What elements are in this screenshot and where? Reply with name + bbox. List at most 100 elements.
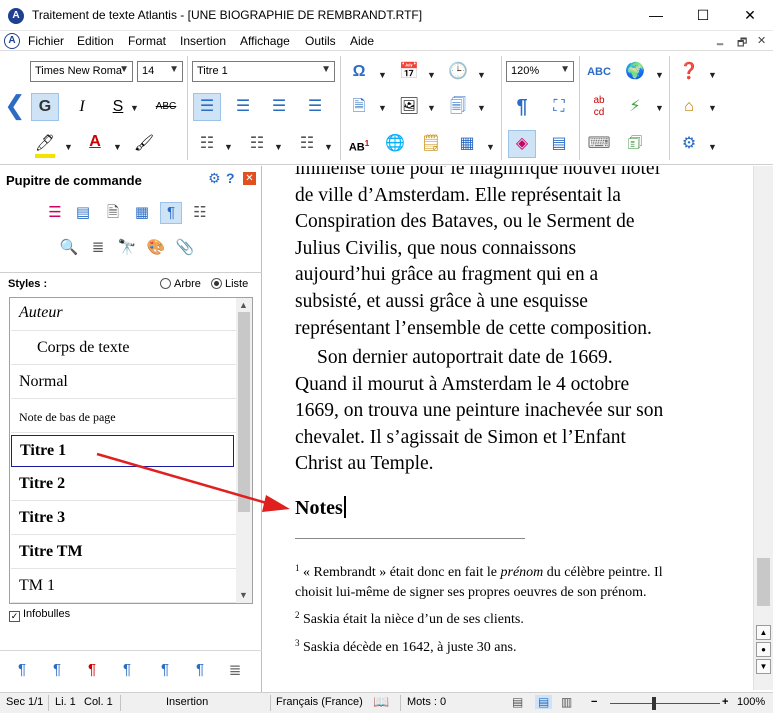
chevron-down-icon[interactable]: ▼ <box>64 142 73 152</box>
chevron-down-icon[interactable]: ▼ <box>708 142 717 152</box>
style-titre-1[interactable]: Titre 1 <box>11 435 234 467</box>
prev-page-icon[interactable]: ▲ <box>756 625 771 640</box>
new-style-icon[interactable]: ¶ <box>10 661 34 685</box>
mdi-restore-icon[interactable]: 🗗 <box>737 34 747 53</box>
zoom-combo[interactable]: 120% ▼ <box>506 61 574 82</box>
delete-style-icon[interactable]: ¶ <box>80 661 104 685</box>
chevron-down-icon[interactable]: ▼ <box>427 103 436 113</box>
menu-insertion[interactable]: Insertion <box>180 34 226 48</box>
maximize-button[interactable]: ☐ <box>680 0 726 31</box>
format-painter-icon[interactable]: 🖌 <box>130 130 158 158</box>
document-page[interactable]: immense toile pour le magnifique nouvel … <box>263 166 753 690</box>
text-box-icon[interactable]: 🗒 <box>417 130 445 158</box>
menu-outils[interactable]: Outils <box>305 34 336 48</box>
bold-button[interactable]: G <box>31 93 59 121</box>
keyboard-icon[interactable]: ⌨ <box>585 130 613 158</box>
menu-aide[interactable]: Aide <box>350 34 374 48</box>
next-page-icon[interactable]: ▼ <box>756 659 771 674</box>
fullscreen-icon[interactable]: ⛶ <box>545 93 573 121</box>
view-draft-icon[interactable]: ▤ <box>512 695 523 709</box>
scrollbar-thumb[interactable] <box>238 312 250 512</box>
clock-icon[interactable]: 🕒 <box>444 58 472 86</box>
panel-lines-icon[interactable]: ≣ <box>87 237 109 259</box>
panel-binoculars-icon[interactable]: 🔭 <box>116 237 138 259</box>
font-size-combo[interactable]: 14 ▼ <box>137 61 183 82</box>
home-icon[interactable]: ⌂ <box>675 93 703 121</box>
page-view-icon[interactable]: ◈ <box>508 130 536 158</box>
replace-text-button[interactable]: ab cd <box>585 93 613 121</box>
zoom-slider-thumb[interactable] <box>652 697 656 710</box>
style-titre-tm[interactable]: Titre TM <box>11 537 236 569</box>
numbered-list-icon[interactable]: ☷ <box>243 130 271 158</box>
view-outline-icon[interactable]: ▥ <box>561 695 572 709</box>
scroll-down-icon[interactable]: ▼ <box>239 590 248 600</box>
apply-style-icon[interactable]: ¶ <box>188 661 212 685</box>
scrollbar-thumb[interactable] <box>757 558 770 606</box>
calendar-icon[interactable]: 📅 <box>395 58 423 86</box>
panel-list-icon[interactable]: ☷ <box>189 202 211 224</box>
panel-table-icon[interactable]: ▦ <box>131 202 153 224</box>
document-export-icon[interactable]: 🗊 <box>621 130 649 158</box>
ribbon-left-arrow-icon[interactable]: ❮ <box>4 90 26 121</box>
menu-affichage[interactable]: Affichage <box>240 34 290 48</box>
dictionary-book-icon[interactable]: 📖 <box>373 694 389 710</box>
style-titre-2[interactable]: Titre 2 <box>11 469 236 501</box>
panel-zoom-icon[interactable]: 🔍 <box>58 237 80 259</box>
menu-format[interactable]: Format <box>128 34 166 48</box>
chevron-down-icon[interactable]: ▼ <box>378 70 387 80</box>
chevron-down-icon[interactable]: ▼ <box>655 70 664 80</box>
spellcheck-button[interactable]: ABC <box>585 58 613 86</box>
insert-page-icon[interactable]: 🗎 <box>345 93 373 121</box>
document-icon[interactable]: A <box>4 33 20 49</box>
table-icon[interactable]: ▦ <box>453 130 481 158</box>
document-scrollbar[interactable]: ▲ ● ▼ <box>753 166 773 690</box>
chevron-down-icon[interactable]: ▼ <box>708 103 717 113</box>
align-right-icon[interactable]: ☰ <box>265 93 293 121</box>
style-properties-icon[interactable]: ≣ <box>223 661 247 685</box>
infobulles-checkbox[interactable]: ✓ Infobulles <box>9 608 70 622</box>
copy-style-icon[interactable]: ¶ <box>153 661 177 685</box>
style-list-scrollbar[interactable]: ▲ ▼ <box>236 298 252 603</box>
chevron-down-icon[interactable]: ▼ <box>324 142 333 152</box>
chevron-down-icon[interactable]: ▼ <box>130 103 139 113</box>
view-list-radio[interactable]: Liste <box>211 278 248 290</box>
chevron-down-icon[interactable]: ▼ <box>378 103 387 113</box>
chevron-down-icon[interactable]: ▼ <box>427 70 436 80</box>
style-note-de-bas-de-page[interactable]: Note de bas de page <box>11 401 236 433</box>
chevron-down-icon[interactable]: ▼ <box>113 142 122 152</box>
align-left-icon[interactable]: ☰ <box>193 93 221 121</box>
chevron-down-icon[interactable]: ▼ <box>486 142 495 152</box>
italic-button[interactable]: I <box>68 93 96 121</box>
rename-style-icon[interactable]: ¶ <box>115 661 139 685</box>
panel-doc-style-icon[interactable]: ☰ <box>44 202 66 224</box>
minimize-button[interactable]: — <box>633 0 679 31</box>
lightning-icon[interactable]: ⚡ <box>621 93 649 121</box>
strikethrough-button[interactable]: ABC <box>152 93 180 121</box>
mdi-minimize-icon[interactable]: ‗ <box>717 34 723 46</box>
settings-gear-icon[interactable]: ⚙ <box>675 130 703 158</box>
zoom-slider-track[interactable] <box>610 703 720 704</box>
mdi-close-icon[interactable]: ✕ <box>757 34 766 47</box>
style-titre-3[interactable]: Titre 3 <box>11 503 236 535</box>
zoom-in-icon[interactable]: + <box>722 696 728 708</box>
chevron-down-icon[interactable]: ▼ <box>708 70 717 80</box>
panel-help-icon[interactable]: ? <box>226 170 235 186</box>
browse-object-icon[interactable]: ● <box>756 642 771 657</box>
footnote-button[interactable]: AB1 <box>345 130 373 158</box>
multilevel-list-icon[interactable]: ☷ <box>293 130 321 158</box>
view-tree-radio[interactable]: Arbre <box>160 278 201 290</box>
web-check-icon[interactable]: 🌍 <box>621 58 649 86</box>
underline-button[interactable]: S <box>104 93 132 121</box>
menu-edition[interactable]: Edition <box>77 34 114 48</box>
panel-styles-icon[interactable]: ¶ <box>160 202 182 224</box>
style-normal[interactable]: Normal <box>11 367 236 399</box>
view-page-icon[interactable]: ▤ <box>535 695 553 709</box>
chevron-down-icon[interactable]: ▼ <box>655 103 664 113</box>
menu-fichier[interactable]: Fichier <box>28 34 64 48</box>
panel-page-icon[interactable]: 🗎 <box>102 202 124 224</box>
pilcrow-icon[interactable]: ¶ <box>508 93 536 121</box>
chevron-down-icon[interactable]: ▼ <box>274 142 283 152</box>
close-button[interactable]: ✕ <box>727 0 773 31</box>
style-tm-1[interactable]: TM 1 <box>11 571 236 603</box>
style-corps-de-texte[interactable]: Corps de texte <box>11 333 236 365</box>
